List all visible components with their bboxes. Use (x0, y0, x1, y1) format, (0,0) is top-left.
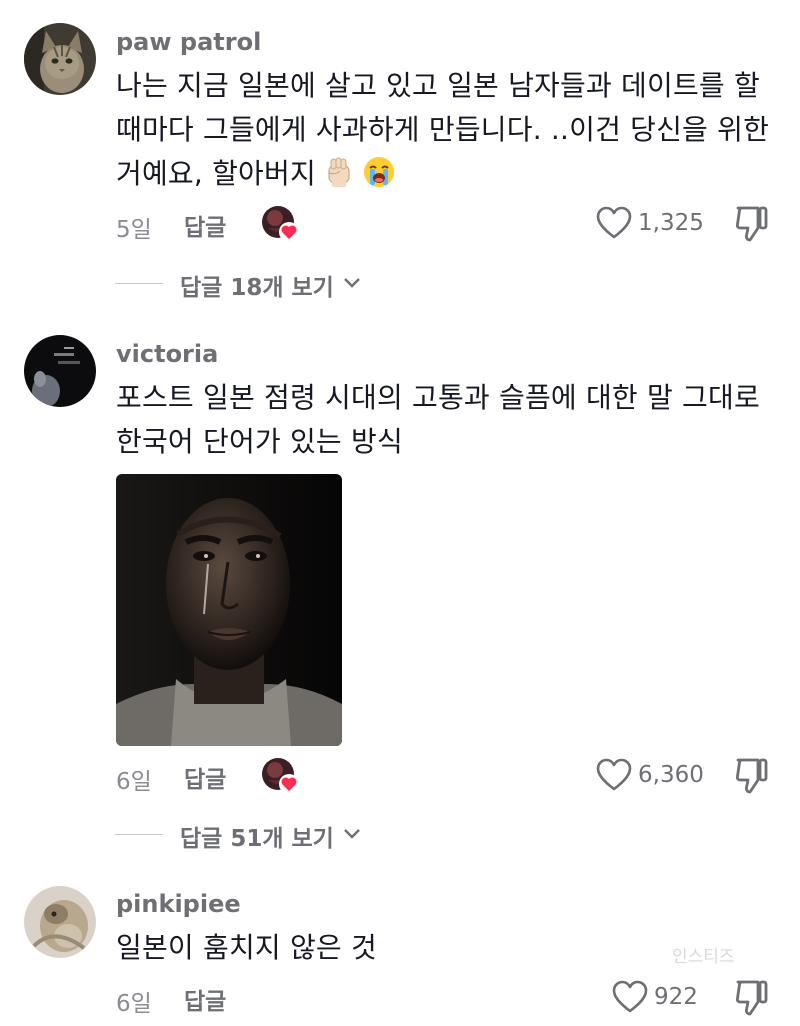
comment-meta: 5일 답글 1,325 (116, 204, 776, 244)
comment-meta: 6일 답글 6,360 (116, 756, 776, 796)
comment-text: 포스트 일본 점령 시대의 고통과 슬픔에 대한 말 그대로 한국어 단어가 있… (116, 376, 776, 464)
comment-meta: 6일 답글 922 (116, 978, 776, 1018)
watermark: 인스티즈 (672, 947, 735, 967)
like-button[interactable]: 922 (612, 980, 722, 1016)
like-count: 6,360 (638, 762, 704, 788)
reply-button[interactable]: 답글 (184, 982, 226, 1016)
like-button[interactable]: 6,360 (596, 758, 706, 794)
comment-age: 5일 (116, 217, 152, 243)
comment-text-line: 한국어 단어가 있는 방식 (116, 425, 403, 458)
reply-button[interactable]: 답글 (184, 208, 226, 242)
thumbs-down-icon[interactable] (734, 756, 770, 800)
view-replies-button[interactable]: 답글 18개 보기 (115, 266, 375, 302)
avatar[interactable] (24, 23, 96, 95)
divider (115, 283, 163, 284)
view-replies-label: 답글 51개 보기 (180, 826, 334, 852)
like-button[interactable]: 1,325 (596, 206, 706, 242)
username[interactable]: pinkipiee (116, 890, 241, 918)
comment-age: 6일 (116, 769, 152, 795)
heart-outline-icon (596, 206, 632, 244)
comment-text-line: 때마다 그들에게 사과하게 만듭니다. ..이건 당신을 위한 (116, 113, 770, 146)
comment-text: 나는 지금 일본에 살고 있고 일본 남자들과 데이트를 할 때마다 그들에게 … (116, 64, 776, 202)
comment-text-line: 포스트 일본 점령 시대의 고통과 슬픔에 대한 말 그대로 (116, 381, 760, 414)
avatar[interactable] (24, 886, 96, 958)
avatar[interactable] (24, 335, 96, 407)
creator-like-badge (261, 756, 301, 800)
comment-age: 6일 (116, 991, 152, 1017)
comment-text-line: 거예요, 할아버지 (116, 152, 776, 202)
view-replies-button[interactable]: 답글 51개 보기 (115, 817, 375, 853)
divider (115, 834, 163, 835)
chevron-down-icon (343, 274, 361, 293)
view-replies-label: 답글 18개 보기 (180, 275, 334, 301)
raised-fist-emoji (322, 155, 356, 202)
thumbs-down-icon[interactable] (734, 978, 770, 1022)
comment-photo[interactable] (116, 474, 342, 746)
creator-like-badge (261, 204, 301, 248)
username[interactable]: victoria (116, 340, 218, 368)
reply-button[interactable]: 답글 (184, 760, 226, 794)
like-count: 1,325 (638, 210, 704, 236)
chevron-down-icon (343, 825, 361, 844)
heart-outline-icon (612, 980, 648, 1018)
like-count: 922 (654, 984, 698, 1010)
comment-text-line: 나는 지금 일본에 살고 있고 일본 남자들과 데이트를 할 (116, 69, 760, 102)
loudly-crying-face-emoji (362, 155, 396, 202)
username[interactable]: paw patrol (116, 28, 261, 56)
thumbs-down-icon[interactable] (734, 204, 770, 248)
heart-outline-icon (596, 758, 632, 796)
